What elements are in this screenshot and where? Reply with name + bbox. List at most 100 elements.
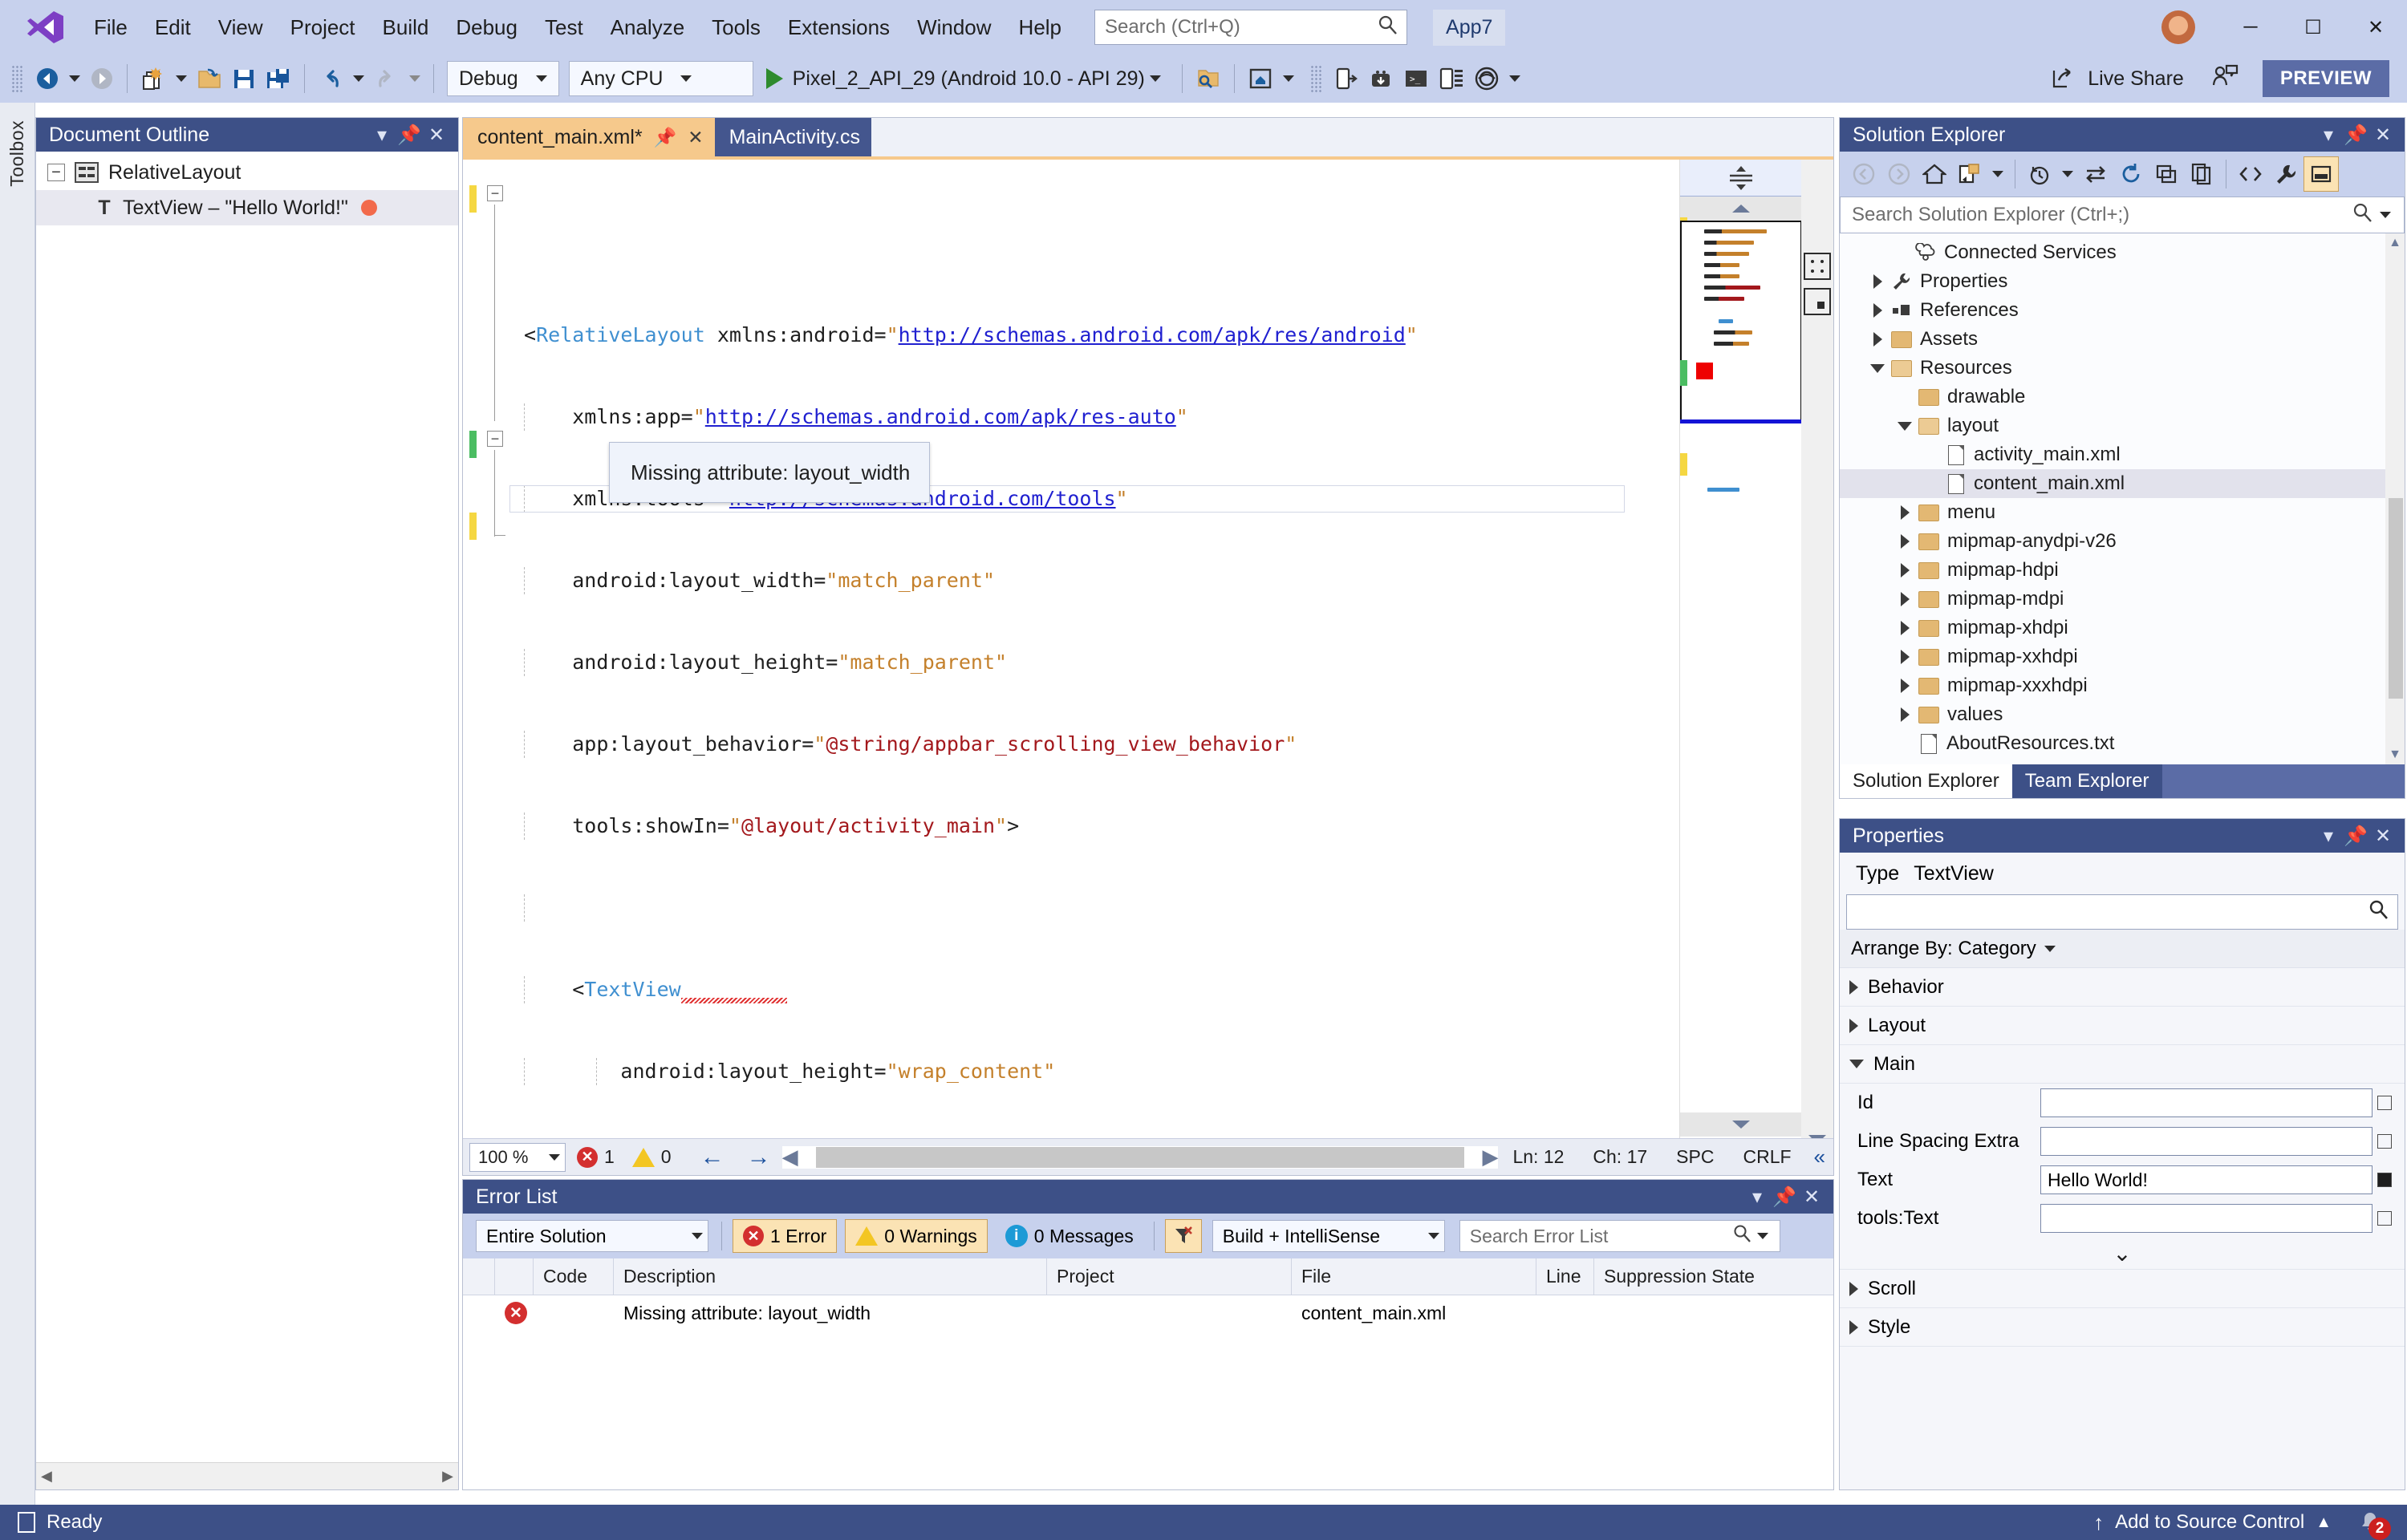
chevron-down-icon-layout[interactable] <box>1898 421 1912 431</box>
live-share-button[interactable]: Live Share <box>2051 67 2184 91</box>
chevron-up-icon[interactable]: ▲ <box>2316 1514 2332 1532</box>
code-surface[interactable]: − − <RelativeLayout xmlns:android="http:… <box>463 160 1833 1138</box>
android-device-manager-icon[interactable] <box>1243 59 1278 98</box>
se-scroll-down-icon[interactable]: ▼ <box>2385 748 2405 762</box>
solution-configuration-dropdown[interactable]: Debug <box>447 61 559 96</box>
close-icon-props[interactable]: ✕ <box>2369 825 2397 848</box>
properties-field-input-line-spacing-extra[interactable] <box>2040 1127 2372 1156</box>
minimap-viewport[interactable] <box>1680 221 1802 421</box>
deploy-to-device-icon[interactable] <box>1329 59 1363 98</box>
tree-item-drawable[interactable]: drawable <box>1840 383 2405 411</box>
zoom-level-dropdown[interactable]: 100 % <box>469 1142 566 1172</box>
close-icon[interactable]: ✕ <box>423 124 450 147</box>
menu-edit[interactable]: Edit <box>141 0 205 55</box>
scroll-left-icon[interactable]: ◀ <box>41 1468 52 1485</box>
navigate-back-dropdown-icon[interactable] <box>69 75 80 82</box>
panel-menu-icon-errors[interactable]: ▾ <box>1743 1185 1771 1209</box>
refresh-icon[interactable] <box>2113 156 2149 192</box>
tab-content-main-xml[interactable]: content_main.xml* 📌 ✕ <box>463 118 715 156</box>
warnings-filter-button[interactable]: 0 Warnings <box>845 1219 988 1253</box>
tree-item-aboutresources-txt[interactable]: AboutResources.txt <box>1840 729 2405 758</box>
new-file-icon[interactable] <box>136 59 171 98</box>
error-scope-dropdown[interactable]: Entire Solution <box>476 1220 708 1252</box>
chevron-right-icon-m4[interactable] <box>1900 621 1910 635</box>
editor-minimap[interactable] <box>1679 160 1802 1138</box>
bell-icon[interactable]: 2 <box>2354 1506 2391 1540</box>
menu-extensions[interactable]: Extensions <box>774 0 903 55</box>
menu-project[interactable]: Project <box>277 0 369 55</box>
tree-item-layout[interactable]: layout <box>1840 411 2405 440</box>
solution-platform-dropdown[interactable]: Any CPU <box>568 61 753 96</box>
tree-item-mipmap-xhdpi[interactable]: mipmap-xhdpi <box>1840 614 2405 642</box>
chevron-down-icon-resources[interactable] <box>1870 363 1885 373</box>
properties-category-style[interactable]: Style <box>1840 1308 2405 1347</box>
toolbar-grip[interactable] <box>11 65 24 92</box>
properties-arrange-by[interactable]: Arrange By: Category <box>1840 930 2405 968</box>
chevron-right-icon-3[interactable] <box>1873 332 1882 346</box>
navigate-back-icon[interactable] <box>30 59 64 98</box>
error-col-icon[interactable] <box>495 1258 534 1295</box>
chevron-right-icon-m3[interactable] <box>1900 592 1910 606</box>
properties-field-input-text[interactable]: Hello World! <box>2040 1165 2372 1194</box>
close-icon-se[interactable]: ✕ <box>2369 124 2397 147</box>
chevron-right-icon-m6[interactable] <box>1900 679 1910 693</box>
tree-item-properties[interactable]: Properties <box>1840 267 2405 296</box>
tree-item-activity-main-xml[interactable]: activity_main.xml <box>1840 440 2405 469</box>
collapse-all-icon[interactable] <box>2149 156 2184 192</box>
tab-solution-explorer[interactable]: Solution Explorer <box>1840 764 2012 798</box>
close-icon-errors[interactable]: ✕ <box>1798 1185 1825 1209</box>
table-row[interactable]: ✕ Missing attribute: layout_width conten… <box>463 1295 1833 1331</box>
menu-file[interactable]: File <box>80 0 141 55</box>
device-manager-dropdown-icon[interactable] <box>1282 75 1294 82</box>
scroll-bottom-icon[interactable] <box>1804 1125 1831 1138</box>
se-scroll-up-icon[interactable]: ▲ <box>2385 233 2405 250</box>
split-view-icon[interactable] <box>1804 253 1831 280</box>
menu-view[interactable]: View <box>205 0 277 55</box>
collapse-icon[interactable]: − <box>47 164 65 181</box>
hscroll-right-icon[interactable]: ▶ <box>1482 1145 1498 1169</box>
chevron-right-icon-values[interactable] <box>1900 707 1910 722</box>
properties-field-marker-text[interactable] <box>2377 1173 2392 1187</box>
error-search-box[interactable]: Search Error List <box>1459 1220 1780 1252</box>
android-adb-icon[interactable] <box>1363 59 1398 98</box>
properties-search-box[interactable] <box>1846 894 2398 930</box>
se-vscroll-thumb[interactable] <box>2389 498 2403 699</box>
pin-icon[interactable]: 📌 <box>654 127 677 148</box>
toolbox-strip[interactable]: Toolbox <box>0 103 35 1505</box>
hscroll-thumb[interactable] <box>815 1146 1465 1168</box>
home-icon[interactable] <box>1917 156 1952 192</box>
se-search-options-icon[interactable] <box>2380 212 2391 218</box>
quick-search-box[interactable] <box>1094 10 1408 45</box>
error-col-project[interactable]: Project <box>1047 1258 1292 1295</box>
add-to-source-control-button[interactable]: Add to Source Control <box>2115 1511 2304 1534</box>
close-icon[interactable]: ✕ <box>688 127 703 148</box>
tree-item-menu[interactable]: menu <box>1840 498 2405 527</box>
indentation-indicator[interactable]: SPC <box>1676 1146 1714 1168</box>
undo-dropdown-icon[interactable] <box>353 75 364 82</box>
feedback-icon[interactable] <box>2211 64 2239 94</box>
new-file-dropdown-icon[interactable] <box>176 75 187 82</box>
editor-error-count[interactable]: ✕ 1 <box>577 1146 615 1168</box>
properties-category-scroll[interactable]: Scroll <box>1840 1270 2405 1308</box>
device-log-icon[interactable]: >_ <box>1398 59 1434 98</box>
chevron-right-icon-m5[interactable] <box>1900 650 1910 664</box>
pin-icon[interactable]: 📌 <box>396 124 423 147</box>
error-col-file[interactable]: File <box>1292 1258 1536 1295</box>
editor-outlining-margin[interactable]: − − <box>484 160 509 1138</box>
scroll-down-icon[interactable] <box>1680 1112 1802 1137</box>
toolbar-grip-2[interactable] <box>1309 65 1323 92</box>
clear-filters-button[interactable] <box>1164 1219 1202 1253</box>
panel-menu-icon[interactable]: ▾ <box>368 124 396 147</box>
editor-hscrollbar[interactable]: ◀ ▶ <box>781 1145 1499 1169</box>
error-col-suppression[interactable]: Suppression State <box>1594 1258 1833 1295</box>
save-icon[interactable] <box>227 59 261 98</box>
editor-warning-count[interactable]: 0 <box>631 1146 672 1168</box>
editor-splitter-handle[interactable] <box>1680 160 1801 197</box>
tree-item-mipmap-xxxhdpi[interactable]: mipmap-xxxhdpi <box>1840 671 2405 700</box>
document-outline-hscrollbar[interactable]: ◀ ▶ <box>36 1462 458 1489</box>
properties-search-input[interactable] <box>1855 901 2368 923</box>
device-monitor-icon[interactable] <box>1434 59 1469 98</box>
back-icon[interactable] <box>1846 156 1881 192</box>
hscroll-left-icon[interactable]: ◀ <box>782 1145 798 1169</box>
sync-icon[interactable] <box>2078 156 2113 192</box>
